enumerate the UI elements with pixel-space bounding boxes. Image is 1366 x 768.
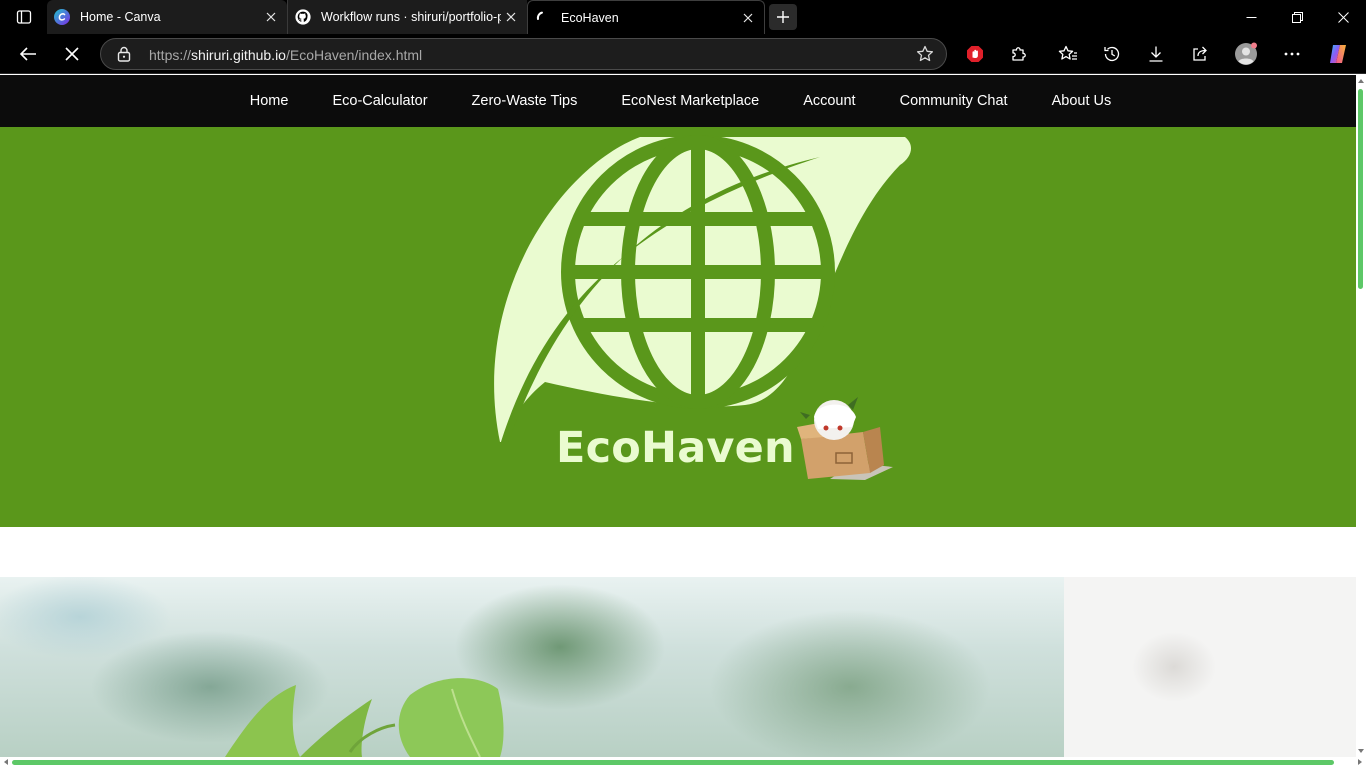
tab-strip: Home - Canva Workflow runs · shiruri/por… (0, 0, 1366, 34)
back-button[interactable] (12, 40, 44, 68)
close-window-button[interactable] (1320, 0, 1366, 34)
favorites-button[interactable] (1052, 40, 1084, 68)
stop-loading-button[interactable] (56, 40, 88, 68)
share-icon (1193, 46, 1207, 61)
mascot-in-box (797, 397, 893, 480)
plus-icon (777, 11, 789, 23)
canva-icon (54, 9, 70, 25)
history-button[interactable] (1096, 40, 1128, 68)
minimize-icon (1246, 16, 1256, 18)
favorites-icon (1058, 45, 1077, 60)
copilot-button[interactable] (1322, 40, 1354, 68)
tab-actions-menu-icon[interactable] (8, 5, 40, 29)
downloads-icon (1149, 46, 1163, 62)
nav-link-account[interactable]: Account (781, 93, 877, 109)
scroll-up-arrow-icon[interactable] (1356, 77, 1366, 85)
more-menu-icon (1284, 52, 1300, 56)
url-scheme: https:// (149, 47, 192, 63)
restore-icon (1291, 11, 1303, 23)
loading-spinner-icon (535, 10, 551, 26)
downloads-button[interactable] (1140, 40, 1172, 68)
history-icon (1104, 46, 1120, 62)
brand-name: EcoHaven (556, 423, 795, 473)
adblock-extension-button[interactable] (959, 40, 991, 68)
lock-icon[interactable] (117, 46, 131, 67)
nav-link-community-chat[interactable]: Community Chat (878, 93, 1030, 109)
extensions-button[interactable] (1003, 40, 1035, 68)
tab-close-icon[interactable] (261, 7, 281, 27)
profile-avatar-icon (1235, 42, 1257, 65)
share-button[interactable] (1184, 40, 1216, 68)
adblock-extension-icon (967, 46, 983, 62)
nav-link-econest-marketplace[interactable]: EcoNest Marketplace (599, 93, 781, 109)
nav-link-about-us[interactable]: About Us (1030, 93, 1134, 109)
close-icon (1337, 11, 1349, 23)
horizontal-scroll-thumb[interactable] (12, 760, 1334, 765)
back-icon (19, 47, 36, 61)
scroll-down-arrow-icon[interactable] (1356, 747, 1366, 755)
profile-button[interactable] (1230, 40, 1262, 68)
nav-link-zero-waste-tips[interactable]: Zero-Waste Tips (450, 93, 600, 109)
tab-title: Home - Canva (80, 10, 161, 24)
copilot-icon (1330, 45, 1346, 63)
stop-loading-icon (65, 47, 79, 61)
add-favorite-star-icon[interactable] (916, 45, 934, 68)
hero-banner: EcoHaven (0, 127, 1356, 527)
web-page-viewport: Home Eco-Calculator Zero-Waste Tips EcoN… (0, 75, 1356, 757)
tab-github-workflow[interactable]: Workflow runs · shiruri/portfolio-p (287, 0, 527, 34)
new-tab-button[interactable] (769, 4, 797, 30)
more-menu-button[interactable] (1276, 40, 1308, 68)
minimize-button[interactable] (1228, 0, 1274, 34)
github-icon (295, 9, 311, 25)
blurred-light-photo (1064, 577, 1356, 757)
tab-title: EcoHaven (561, 10, 619, 25)
tab-canva[interactable]: Home - Canva (47, 0, 287, 34)
blurred-green-leaves-photo (0, 577, 1064, 757)
horizontal-scrollbar[interactable] (0, 757, 1366, 768)
scroll-right-arrow-icon[interactable] (1356, 757, 1364, 767)
tab-title: Workflow runs · shiruri/portfolio-p (321, 10, 501, 24)
nav-link-home[interactable]: Home (228, 93, 311, 109)
address-bar[interactable]: https://shiruri.github.io/EcoHaven/index… (100, 38, 947, 70)
tab-close-icon[interactable] (738, 8, 758, 28)
nav-link-eco-calculator[interactable]: Eco-Calculator (310, 93, 449, 109)
restore-button[interactable] (1274, 0, 1320, 34)
vertical-scroll-thumb[interactable] (1358, 89, 1363, 289)
tab-ecohaven-active[interactable]: EcoHaven (527, 0, 765, 34)
site-navbar: Home Eco-Calculator Zero-Waste Tips EcoN… (0, 75, 1356, 127)
tab-close-icon[interactable] (501, 7, 521, 27)
address-url: https://shiruri.github.io/EcoHaven/index… (149, 47, 422, 63)
url-host: shiruri.github.io (191, 47, 286, 63)
url-path: /EcoHaven/index.html (285, 47, 423, 63)
extensions-icon (1012, 47, 1026, 61)
browser-toolbar: https://shiruri.github.io/EcoHaven/index… (0, 34, 1366, 96)
vertical-scrollbar[interactable] (1356, 75, 1366, 757)
scroll-left-arrow-icon[interactable] (2, 757, 10, 767)
